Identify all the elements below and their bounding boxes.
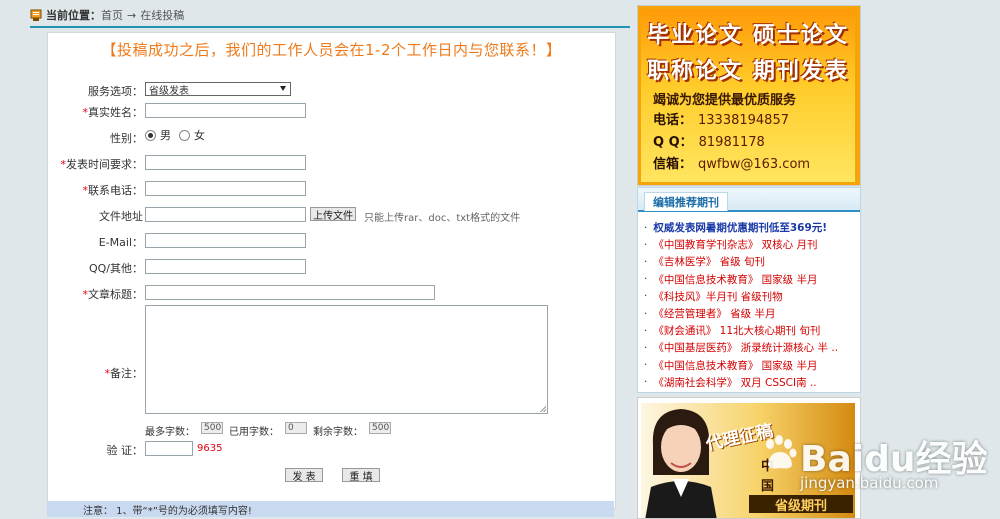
list-item[interactable]: · 《中国教育学刊杂志》 双核心 月刊 bbox=[644, 236, 856, 253]
ad-headline-1: 毕业论文 硕士论文 bbox=[647, 22, 849, 48]
woman-photo-icon bbox=[645, 409, 717, 518]
phone-input[interactable] bbox=[145, 181, 306, 196]
max-chars-value: 500 bbox=[201, 422, 223, 434]
captcha-code[interactable]: 9635 bbox=[197, 443, 222, 454]
remark-label: *备注： bbox=[104, 367, 144, 380]
ad-headline-2: 职称论文 期刊发表 bbox=[647, 58, 849, 84]
ad-banner-top[interactable]: 毕业论文 硕士论文 职称论文 期刊发表 竭诚为您提供最优质服务 电话： 13338… bbox=[637, 5, 861, 186]
ad-banner-top-bg: 毕业论文 硕士论文 职称论文 期刊发表 竭诚为您提供最优质服务 电话： 13338… bbox=[641, 9, 855, 182]
ad-bottom-text-1: 中 bbox=[761, 459, 775, 474]
breadcrumb-separator: → bbox=[127, 8, 137, 22]
title-label: *文章标题： bbox=[82, 288, 144, 301]
submission-form: 【投稿成功之后，我们的工作人员会在1-2个工作日内与您联系！】 服务选项： 省级… bbox=[47, 32, 616, 509]
service-select[interactable]: 省级发表 bbox=[145, 82, 291, 97]
page-margin-left bbox=[0, 0, 30, 517]
list-item[interactable]: · 权威发表网暑期优惠期刊低至369元! bbox=[644, 219, 856, 236]
breadcrumb-current: 在线投稿 bbox=[140, 9, 185, 22]
list-item[interactable]: · 《中国信息技术教育》 国家级 半月 bbox=[644, 357, 856, 374]
list-item[interactable]: · 《财会通讯》 11北大核心期刊 旬刊 bbox=[644, 322, 856, 339]
name-input[interactable] bbox=[145, 103, 306, 118]
breadcrumb-divider bbox=[30, 26, 630, 28]
upload-file-button[interactable]: 上传文件 bbox=[310, 207, 356, 222]
journal-header: 编辑推荐期刊 bbox=[638, 188, 860, 212]
chevron-down-icon bbox=[280, 86, 286, 91]
used-chars-label: 已用字数： bbox=[229, 427, 279, 438]
phone-label: *联系电话： bbox=[82, 184, 144, 197]
service-label: 服务选项： bbox=[88, 85, 143, 98]
ad-qq: Q Q： 81981178 bbox=[653, 135, 765, 150]
reset-button[interactable]: 重 填 bbox=[342, 468, 380, 483]
gender-group: 男 女 bbox=[145, 127, 205, 143]
ad-slogan: 竭诚为您提供最优质服务 bbox=[653, 93, 797, 108]
list-item[interactable]: · 《中国信息技术教育》 国家级 半月 bbox=[644, 271, 856, 288]
tab-recommended-journals[interactable]: 编辑推荐期刊 bbox=[644, 192, 728, 211]
ad-banner-bottom-bg: 代理征稿 中 国 省级期刊 bbox=[641, 403, 855, 518]
email-input[interactable] bbox=[145, 233, 306, 248]
gender-female-radio[interactable] bbox=[179, 129, 190, 141]
list-item[interactable]: · 《科技风》半月刊 省级刊物 bbox=[644, 288, 856, 305]
submit-button[interactable]: 发 表 bbox=[285, 468, 323, 483]
resize-handle[interactable] bbox=[540, 406, 546, 412]
time-label: *发表时间要求： bbox=[60, 158, 144, 171]
list-item[interactable]: · 《湖南社会科学》 双月 CSSCI南 .. bbox=[644, 374, 856, 391]
gender-label: 性别： bbox=[110, 132, 143, 145]
upload-hint: 只能上传rar、doc、txt格式的文件 bbox=[364, 213, 521, 224]
gender-male-radio[interactable] bbox=[145, 129, 156, 141]
gender-male-label: 男 bbox=[160, 129, 171, 142]
remark-textarea[interactable] bbox=[145, 305, 548, 414]
file-label: 文件地址 bbox=[99, 210, 143, 223]
file-path-input[interactable] bbox=[145, 207, 306, 222]
qq-label: QQ/其他： bbox=[88, 262, 143, 275]
captcha-label: 验 证： bbox=[106, 444, 144, 457]
footer-note-text: 注意： 1、带“*”号的为必须填写内容! bbox=[83, 505, 252, 517]
remaining-chars-label: 剩余字数： bbox=[313, 427, 363, 438]
footer-note: 注意： 1、带“*”号的为必须填写内容! bbox=[47, 501, 614, 517]
page-margin-right bbox=[860, 0, 1000, 517]
breadcrumb-label: 当前位置： bbox=[46, 9, 101, 22]
gender-female-label: 女 bbox=[194, 129, 205, 142]
name-label: *真实姓名： bbox=[82, 106, 144, 119]
ad-phone: 电话： 13338194857 bbox=[653, 113, 789, 128]
ad-bottom-text-2: 国 bbox=[761, 479, 775, 494]
used-chars-value: 0 bbox=[285, 422, 307, 434]
journal-list: · 权威发表网暑期优惠期刊低至369元! · 《中国教育学刊杂志》 双核心 月刊 ·… bbox=[644, 219, 856, 391]
max-chars-label: 最多字数： bbox=[145, 427, 195, 438]
time-input[interactable] bbox=[145, 155, 306, 170]
remaining-chars-value: 500 bbox=[369, 422, 391, 434]
qq-input[interactable] bbox=[145, 259, 306, 274]
list-item[interactable]: · 《经营管理者》 省级 半月 bbox=[644, 305, 856, 322]
article-title-input[interactable] bbox=[145, 285, 435, 300]
location-icon bbox=[30, 9, 42, 21]
email-label: E-Mail： bbox=[98, 236, 143, 249]
breadcrumb: 当前位置： 首页 → 在线投稿 bbox=[30, 4, 630, 26]
notice-text: 【投稿成功之后，我们的工作人员会在1-2个工作日内与您联系！】 bbox=[101, 41, 562, 59]
ad-banner-bottom[interactable]: 代理征稿 中 国 省级期刊 bbox=[637, 397, 861, 519]
list-item[interactable]: · 《中国基层医药》 浙录统计源核心 半 .. bbox=[644, 339, 856, 356]
list-item[interactable]: · 《吉林医学》 省级 旬刊 bbox=[644, 253, 856, 270]
recommended-journals: 编辑推荐期刊 · 权威发表网暑期优惠期刊低至369元! · 《中国教育学刊杂志》 双… bbox=[637, 187, 861, 393]
captcha-input[interactable] bbox=[145, 441, 193, 456]
breadcrumb-home-link[interactable]: 首页 bbox=[101, 7, 123, 23]
ad-email: 信箱： qwfbw@163.com bbox=[653, 157, 811, 172]
service-select-value: 省级发表 bbox=[149, 85, 189, 97]
ad-bottom-banner: 省级期刊 bbox=[749, 495, 853, 514]
